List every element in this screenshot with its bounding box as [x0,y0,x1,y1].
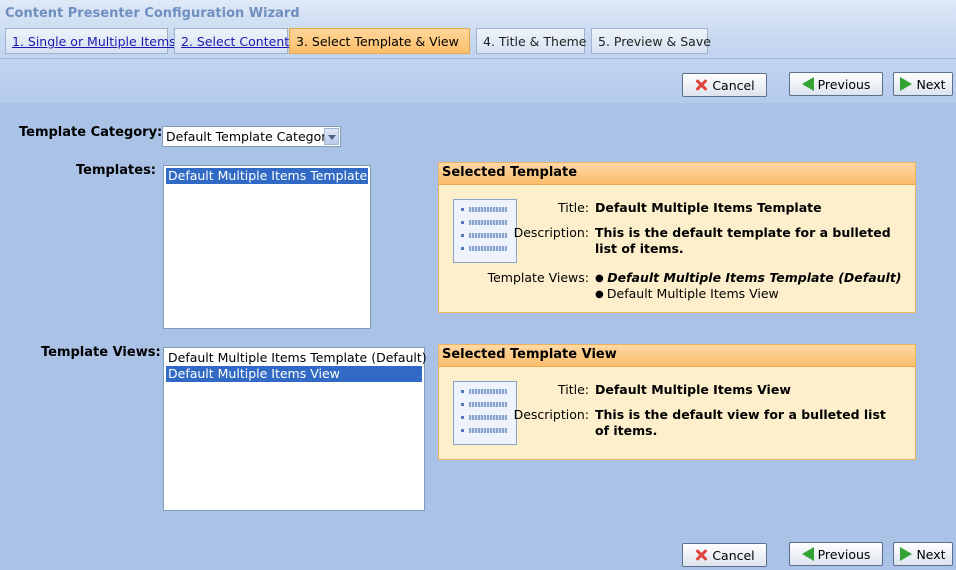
template-views-key: Template Views: [487,270,589,285]
view-description-key: Description: [513,407,589,422]
next-label: Next [916,76,946,92]
previous-label: Previous [817,546,871,562]
templates-listbox[interactable]: Default Multiple Items Template [163,165,371,329]
template-views-listbox[interactable]: Default Multiple Items Template (Default… [163,347,427,511]
step-preview-save: 5. Preview & Save [591,28,711,54]
templates-label: Templates: [76,163,157,178]
selected-template-view-header: Selected Template View [439,345,915,367]
selected-template-view-panel: Selected Template View Title: Default Mu… [438,344,916,460]
template-view-option[interactable]: Default Multiple Items Template (Default… [166,350,427,366]
template-category-value: Default Template Category [166,129,334,144]
wizard-title: Content Presenter Configuration Wizard [5,6,300,21]
arrow-left-icon [801,547,814,561]
step-select-content[interactable]: 2. Select Content [174,28,289,54]
next-button-top[interactable]: Next [893,72,953,96]
template-view-option[interactable]: Default Multiple Items View [166,366,422,382]
view-title-key: Title: [558,382,589,397]
wizard-header: Content Presenter Configuration Wizard 1… [0,0,956,103]
template-category-label: Template Category: [19,125,163,140]
cancel-icon [694,78,708,92]
step-title-theme: 4. Title & Theme [476,28,587,54]
template-category-select[interactable]: Default Template Category [162,126,341,147]
selected-template-header: Selected Template [439,163,915,185]
cancel-label: Cancel [712,77,755,93]
header-divider [0,58,956,59]
template-description-key: Description: [513,225,589,240]
next-button-bottom[interactable]: Next [893,542,953,566]
previous-label: Previous [817,76,871,92]
template-view-bullet: Default Multiple Items View [595,286,779,303]
cancel-label: Cancel [712,547,755,563]
template-description-value: This is the default template for a bulle… [595,225,891,256]
chevron-down-icon[interactable] [324,128,339,145]
arrow-right-icon [900,77,913,91]
arrow-right-icon [900,547,913,561]
selected-template-panel: Selected Template Title: Default Multipl… [438,162,916,313]
cancel-button-top[interactable]: Cancel [682,73,767,97]
template-title-value: Default Multiple Items Template [595,200,822,215]
cancel-button-bottom[interactable]: Cancel [682,543,767,567]
template-title-key: Title: [558,200,589,215]
template-option[interactable]: Default Multiple Items Template [166,168,368,184]
step-select-template-view: 3. Select Template & View [289,28,470,54]
template-view-bullet: Default Multiple Items Template (Default… [595,270,901,287]
next-label: Next [916,546,946,562]
view-description-value: This is the default view for a bulleted … [595,407,886,438]
previous-button-bottom[interactable]: Previous [789,542,883,566]
view-title-value: Default Multiple Items View [595,382,791,397]
template-views-label: Template Views: [41,345,161,360]
step-single-or-multiple-items[interactable]: 1. Single or Multiple Items [5,28,176,54]
arrow-left-icon [801,77,814,91]
previous-button-top[interactable]: Previous [789,72,883,96]
cancel-icon [694,548,708,562]
